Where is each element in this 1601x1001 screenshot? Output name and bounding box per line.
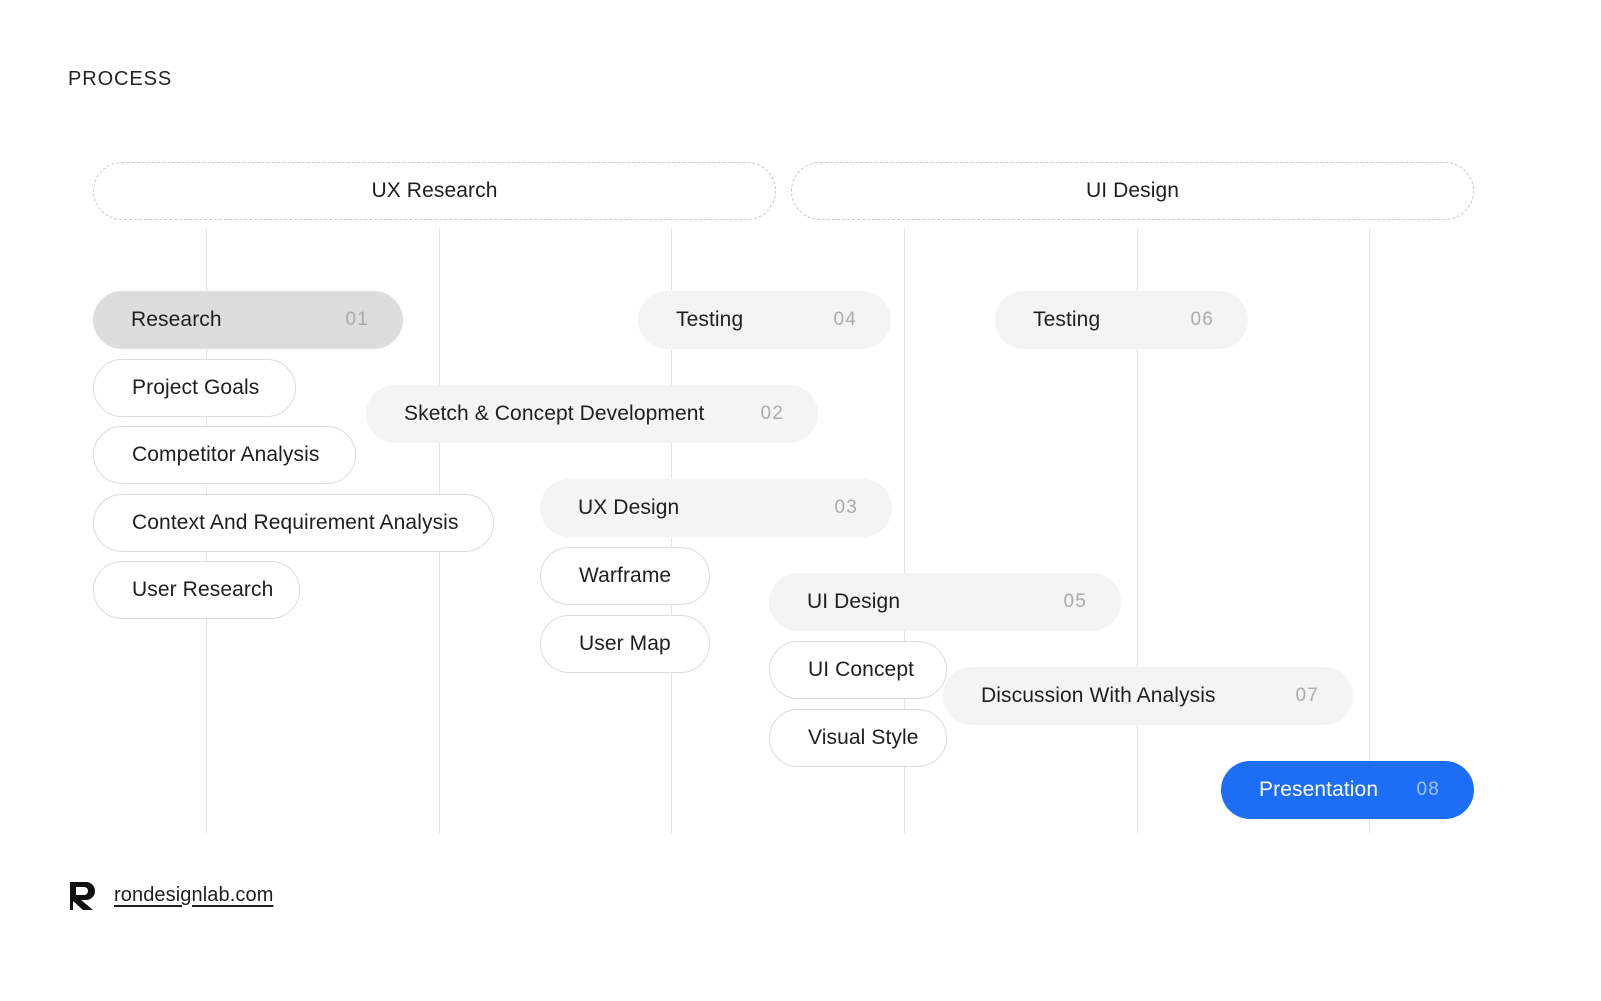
step-pill[interactable]: Research 01 [93,291,403,349]
step-number: 06 [1190,309,1214,330]
step-label: Sketch & Concept Development [404,402,705,425]
step-pill[interactable]: Testing 04 [638,291,891,349]
step-pill[interactable]: Presentation 08 [1221,761,1474,819]
process-slide: PROCESS UX Research UI Design Project Goa… [0,0,1601,1001]
step-pill[interactable]: UI Design 05 [769,573,1121,631]
step-label: UI Design [807,590,901,613]
subtask-pill[interactable]: User Research [93,561,300,619]
step-pill[interactable]: Testing 06 [995,291,1248,349]
guide-line-6 [1369,228,1370,833]
subtask-label: User Map [579,632,671,655]
step-number: 05 [1063,591,1087,612]
page-title: PROCESS [68,68,173,90]
step-pill[interactable]: Discussion With Analysis 07 [943,667,1353,725]
step-label: Research [131,308,222,331]
subtask-label: Visual Style [808,726,919,749]
step-number: 03 [834,497,858,518]
phase-label: UX Research [371,179,498,202]
subtask-label: Context And Requirement Analysis [132,511,459,534]
subtask-pill[interactable]: Context And Requirement Analysis [93,494,494,552]
step-number: 02 [760,403,784,424]
website-link[interactable]: rondesignlab.com [114,884,273,907]
step-number: 04 [833,309,857,330]
step-label: Testing [1033,308,1101,331]
phase-label: UI Design [1085,179,1180,202]
subtask-label: Competitor Analysis [132,443,320,466]
step-number: 07 [1295,685,1319,706]
subtask-pill[interactable]: Visual Style [769,709,947,767]
step-label: UX Design [578,496,680,519]
subtask-pill[interactable]: Project Goals [93,359,296,417]
step-number: 01 [345,309,369,330]
subtask-pill[interactable]: UI Concept [769,641,947,699]
subtask-label: Warframe [579,564,672,587]
subtask-label: UI Concept [808,658,915,681]
step-label: Testing [676,308,744,331]
subtask-pill[interactable]: Competitor Analysis [93,426,356,484]
step-pill[interactable]: Sketch & Concept Development 02 [366,385,818,443]
step-number: 08 [1416,779,1440,800]
footer: rondesignlab.com [68,880,273,910]
subtask-label: Project Goals [132,376,260,399]
step-label: Discussion With Analysis [981,684,1216,707]
step-pill[interactable]: UX Design 03 [540,479,892,537]
subtask-pill[interactable]: User Map [540,615,710,673]
step-label: Presentation [1259,778,1379,801]
phase-header[interactable]: UX Research [93,162,776,220]
subtask-label: User Research [132,578,274,601]
rondesignlab-logo-icon [68,880,98,910]
subtask-pill[interactable]: Warframe [540,547,710,605]
phase-header[interactable]: UI Design [791,162,1474,220]
